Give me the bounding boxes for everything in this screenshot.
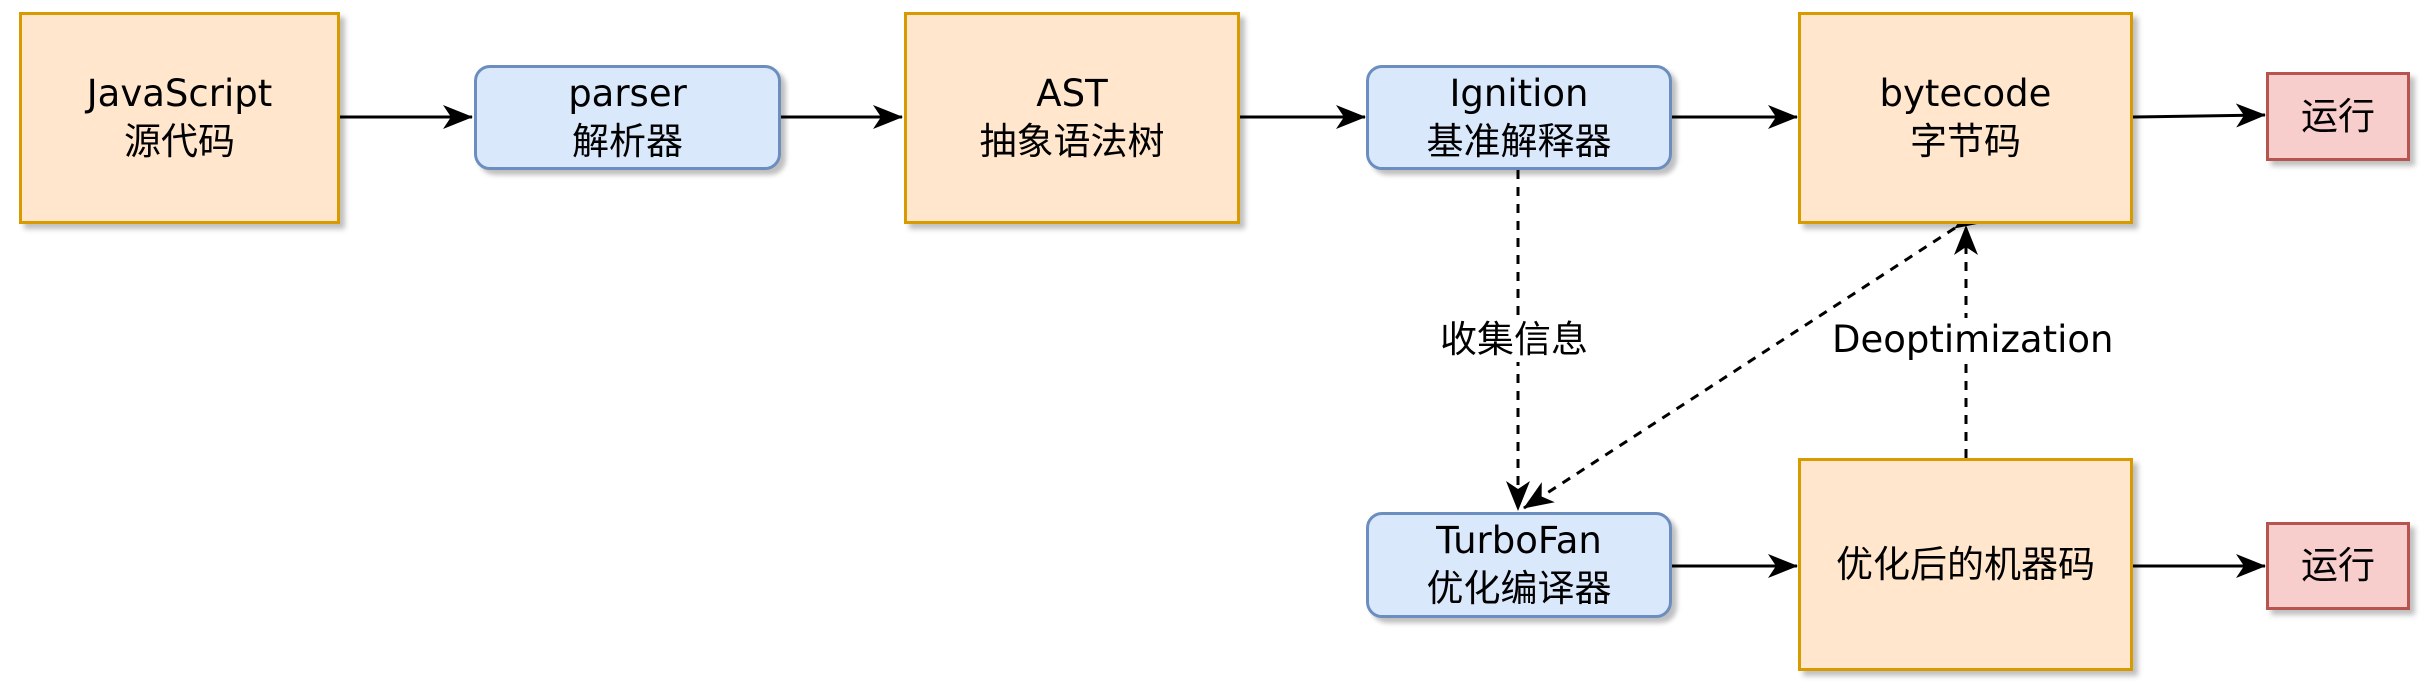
node-ast: AST 抽象语法树: [904, 12, 1240, 224]
node-bytecode-line2: 字节码: [1910, 120, 2021, 163]
node-optimized-code-text: 优化后的机器码: [1836, 542, 2095, 586]
node-js-source: JavaScript 源代码: [19, 12, 340, 224]
node-bytecode: bytecode 字节码: [1798, 12, 2133, 224]
node-parser-line1: parser: [568, 71, 687, 115]
v8-pipeline-diagram: JavaScript 源代码 parser 解析器 AST 抽象语法树 Igni…: [0, 0, 2428, 686]
arrow-bytecode-to-run: [2132, 103, 2266, 128]
node-ast-line1: AST: [1036, 72, 1108, 115]
node-js-source-line2: 源代码: [124, 120, 235, 163]
node-js-source-line1: JavaScript: [86, 72, 273, 115]
node-run-top: 运行: [2266, 72, 2410, 161]
node-ignition-line2: 基准解释器: [1426, 119, 1612, 163]
node-optimized-code: 优化后的机器码: [1798, 458, 2133, 671]
label-collect-info: 收集信息: [1436, 318, 1592, 362]
label-deoptimization: Deoptimization: [1828, 318, 2118, 362]
node-turbofan: TurboFan 优化编译器: [1366, 512, 1672, 618]
node-run-bottom: 运行: [2266, 522, 2410, 610]
node-run-top-text: 运行: [2301, 94, 2375, 138]
node-bytecode-line1: bytecode: [1879, 72, 2052, 115]
node-ignition: Ignition 基准解释器: [1366, 65, 1672, 170]
node-turbofan-line1: TurboFan: [1436, 519, 1602, 562]
node-parser-line2: 解析器: [572, 119, 683, 163]
node-parser: parser 解析器: [474, 65, 781, 170]
node-ast-line2: 抽象语法树: [979, 120, 1165, 163]
node-run-bottom-text: 运行: [2301, 544, 2375, 587]
node-turbofan-line2: 优化编译器: [1426, 567, 1612, 610]
node-ignition-line1: Ignition: [1449, 71, 1589, 115]
